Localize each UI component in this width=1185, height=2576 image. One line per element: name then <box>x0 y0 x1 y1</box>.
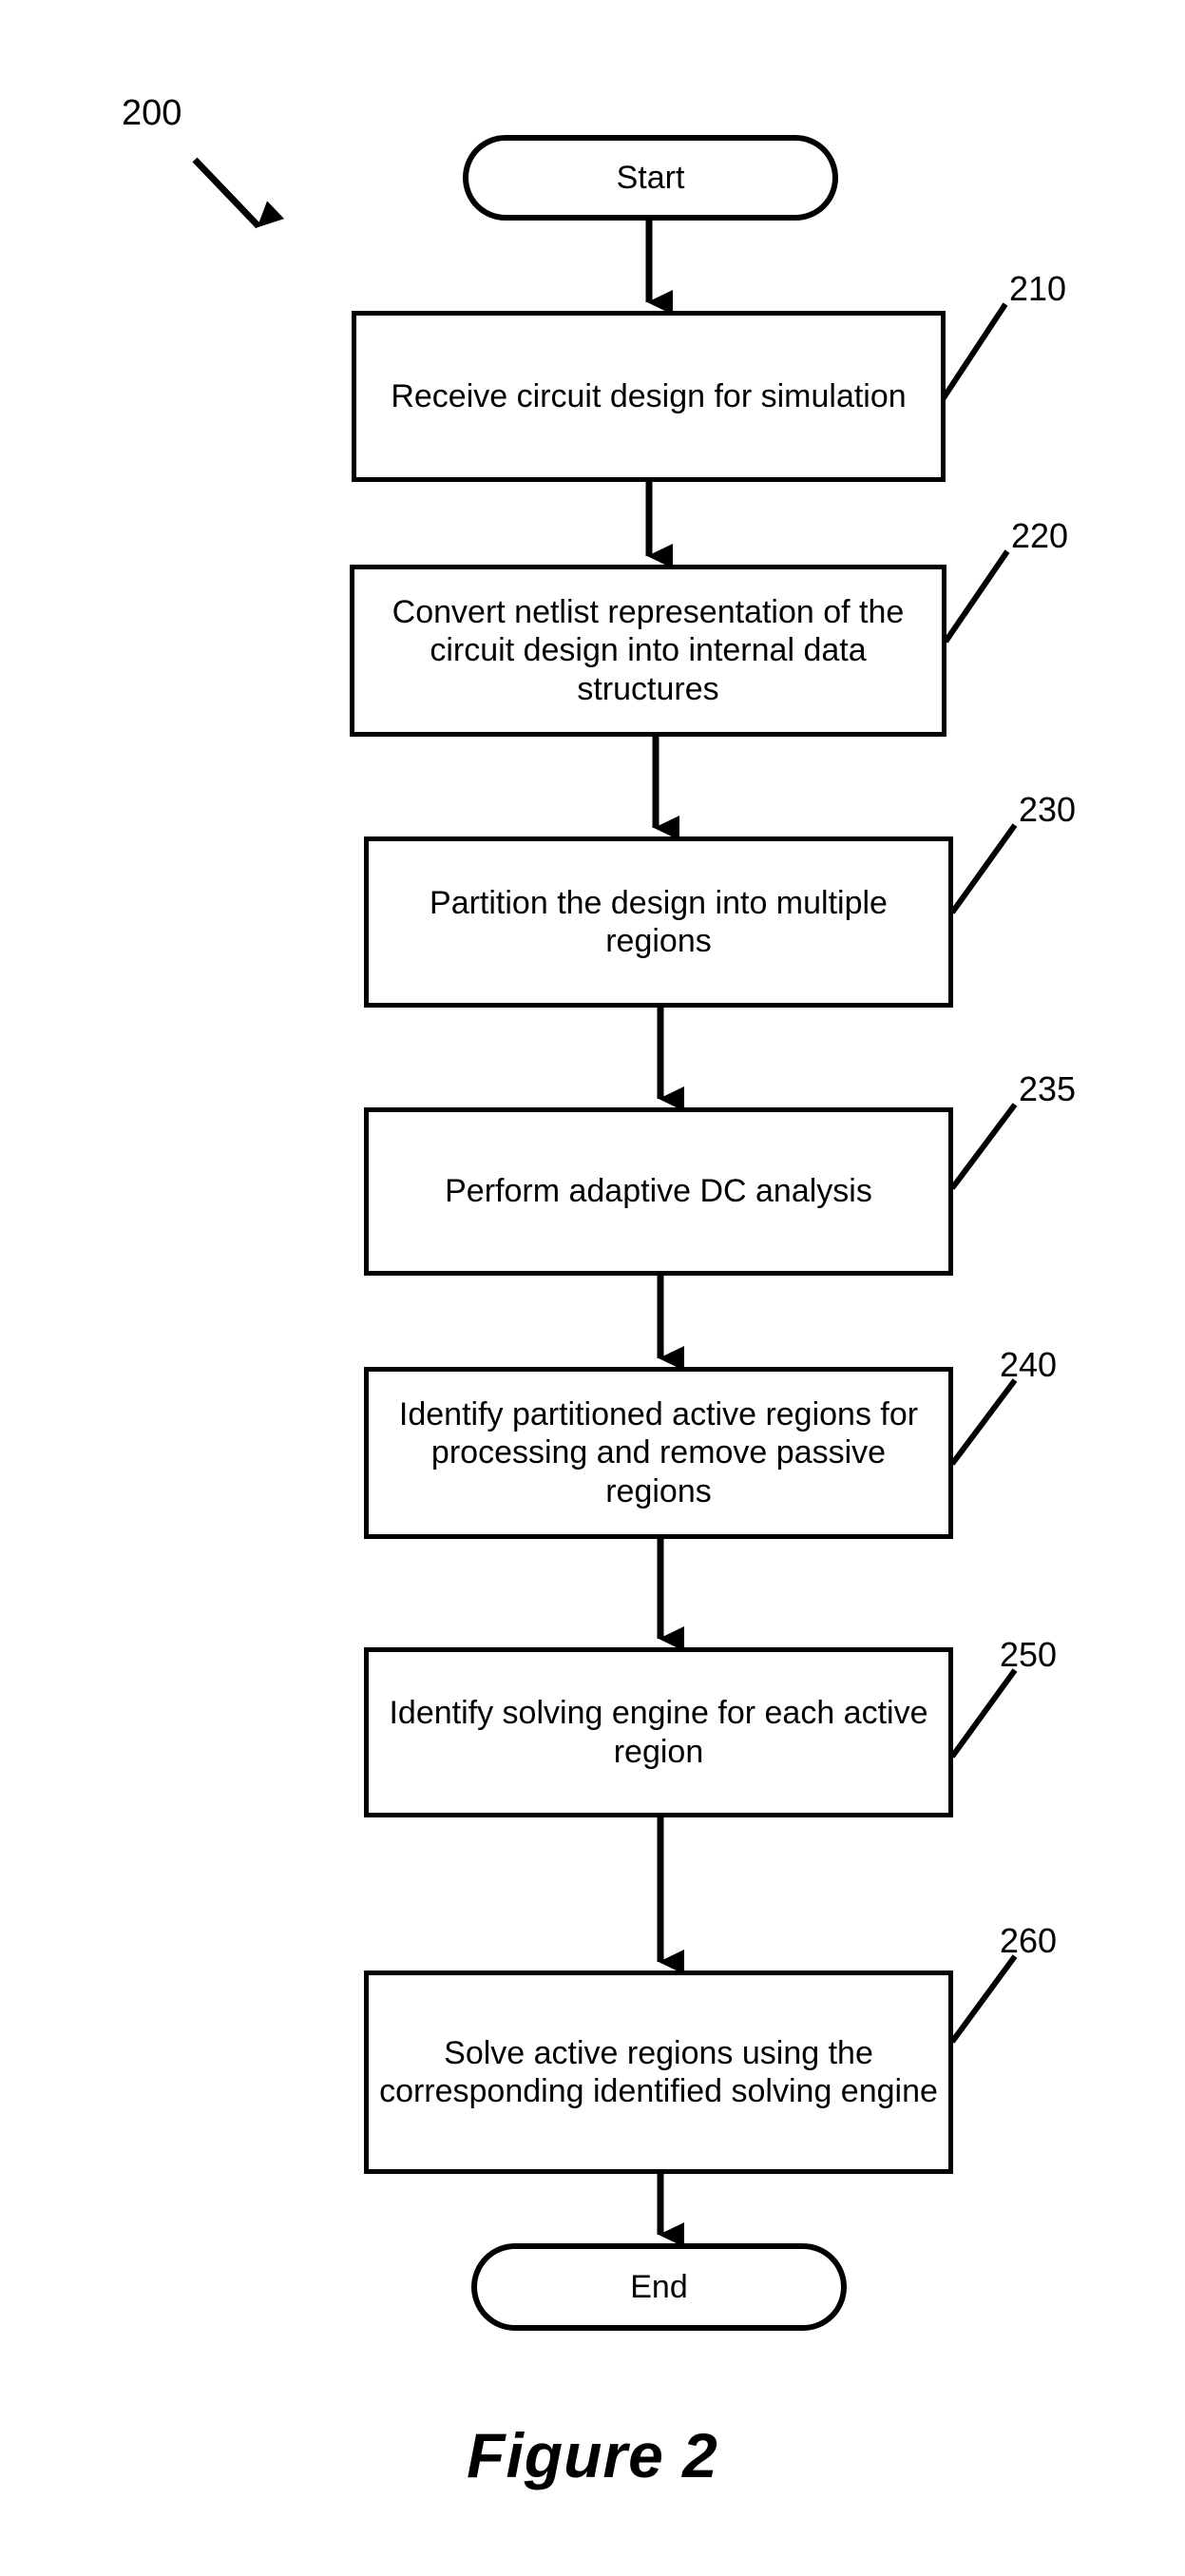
node-step-220[interactable]: Convert netlist representation of the ci… <box>350 565 946 737</box>
leader-line-220 <box>943 549 1010 644</box>
node-start[interactable]: Start <box>463 135 838 221</box>
node-step-220-label: Convert netlist representation of the ci… <box>392 594 905 707</box>
node-step-230-label: Partition the design into multiple regio… <box>430 884 888 959</box>
diagram-ref-arrow <box>192 157 285 229</box>
node-end-label: End <box>630 2268 688 2305</box>
ref-numeral-230: 230 <box>1019 790 1077 829</box>
ref-numeral-240: 240 <box>1000 1345 1058 1384</box>
node-step-250[interactable]: Identify solving engine for each active … <box>364 1647 953 1817</box>
figure-page: 200 Start Receive circuit design for sim… <box>0 0 1185 2576</box>
diagram-ref-200: 200 <box>122 93 182 133</box>
node-step-210[interactable]: Receive circuit design for simulation <box>352 311 946 482</box>
ref-numeral-210: 210 <box>1009 269 1067 308</box>
ref-numeral-260: 260 <box>1000 1921 1058 1960</box>
node-step-240-label: Identify partitioned active regions for … <box>398 1396 919 1509</box>
ref-numeral-220: 220 <box>1011 516 1069 555</box>
node-start-label: Start <box>616 159 685 196</box>
leader-line-235 <box>949 1103 1018 1190</box>
node-step-260-label: Solve active regions using the correspon… <box>379 2034 938 2109</box>
ref-numeral-250: 250 <box>1000 1635 1058 1674</box>
node-step-230[interactable]: Partition the design into multiple regio… <box>364 836 953 1008</box>
node-step-210-label: Receive circuit design for simulation <box>391 377 907 414</box>
node-step-240[interactable]: Identify partitioned active regions for … <box>364 1367 953 1539</box>
node-step-235-label: Perform adaptive DC analysis <box>445 1173 872 1210</box>
node-end[interactable]: End <box>471 2243 847 2331</box>
ref-numeral-235: 235 <box>1019 1069 1077 1108</box>
leader-line-250 <box>949 1668 1018 1759</box>
node-step-235[interactable]: Perform adaptive DC analysis <box>364 1107 953 1276</box>
leader-line-230 <box>949 823 1018 914</box>
node-step-250-label: Identify solving engine for each active … <box>389 1695 928 1770</box>
leader-line-240 <box>949 1378 1018 1466</box>
leader-line-210 <box>940 302 1008 401</box>
leader-line-260 <box>949 1954 1018 2044</box>
figure-caption: Figure 2 <box>467 2420 718 2490</box>
node-step-260[interactable]: Solve active regions using the correspon… <box>364 1970 953 2174</box>
